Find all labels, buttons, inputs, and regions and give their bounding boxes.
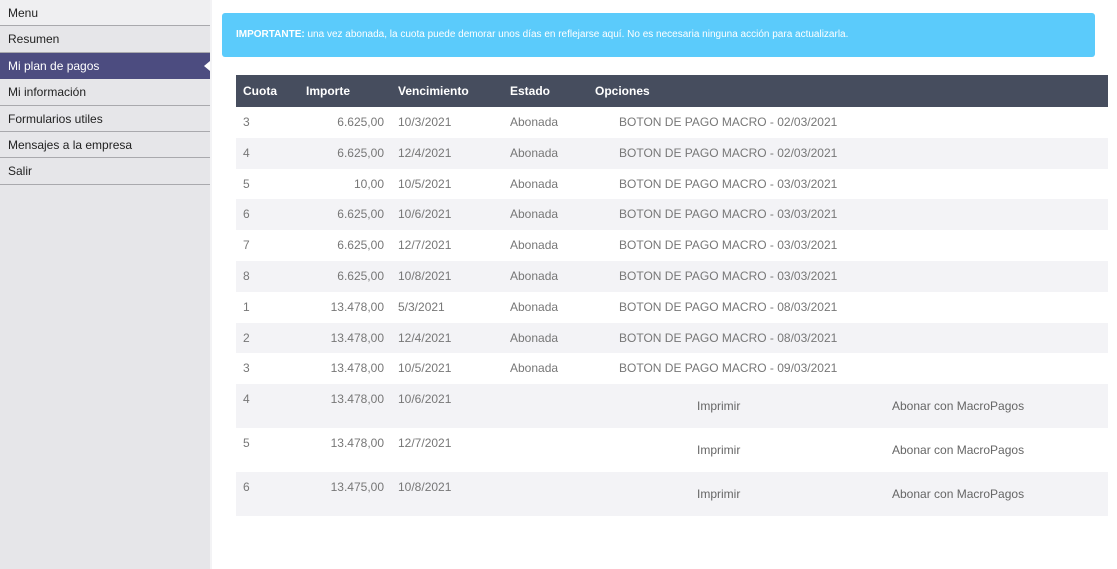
cell-opciones: BOTON DE PAGO MACRO - 08/03/2021: [619, 330, 838, 345]
cell-vencimiento: 12/7/2021: [398, 436, 452, 451]
cell-importe: 13.475,00: [330, 480, 384, 495]
table-row: 6 6.625,00 10/6/2021 Abonada BOTON DE PAGO M…: [236, 199, 1108, 231]
alert-strong: IMPORTANTE:: [236, 29, 305, 40]
sidebar-item-mi-informacion[interactable]: Mi información: [0, 79, 210, 106]
cell-vencimiento: 10/5/2021: [398, 176, 452, 191]
sidebar: Menu Resumen Mi plan de pagos Mi informa…: [0, 0, 210, 569]
abonar-macropagos-link[interactable]: Abonar con MacroPagos: [892, 479, 1024, 509]
cell-cuota: 3: [243, 115, 250, 129]
cell-importe: 6.625,00: [337, 207, 384, 222]
cell-estado: Abonada: [510, 330, 559, 345]
cell-importe: 6.625,00: [337, 238, 384, 253]
cell-cuota: 4: [243, 392, 250, 407]
cell-estado: Abonada: [510, 361, 559, 376]
abonar-macropagos-link[interactable]: Abonar con MacroPagos: [892, 391, 1024, 421]
cell-opciones: BOTON DE PAGO MACRO - 03/03/2021: [619, 176, 838, 191]
imprimir-link[interactable]: Imprimir: [697, 479, 740, 509]
important-alert: IMPORTANTE: una vez abonada, la cuota pu…: [222, 13, 1095, 57]
cell-opciones: BOTON DE PAGO MACRO - 03/03/2021: [619, 238, 838, 253]
sidebar-item-salir[interactable]: Salir: [0, 158, 210, 185]
cell-cuota: 7: [243, 238, 250, 253]
cell-cuota: 5: [243, 176, 250, 191]
cell-vencimiento: 10/6/2021: [398, 392, 452, 407]
table-row: 7 6.625,00 12/7/2021 Abonada BOTON DE PAGO M…: [236, 230, 1108, 261]
table-row: 4 6.625,00 12/4/2021 Abonada BOTON DE PAGO M…: [236, 137, 1108, 169]
cell-opciones: BOTON DE PAGO MACRO - 08/03/2021: [619, 299, 838, 314]
cell-vencimiento: 10/8/2021: [398, 480, 452, 495]
cell-importe: 13.478,00: [330, 436, 384, 451]
table-row: 1 13.478,00 5/3/2021 Abonada BOTON DE PAGO M…: [236, 291, 1108, 323]
cell-opciones: BOTON DE PAGO MACRO - 09/03/2021: [619, 361, 838, 376]
cell-importe: 6.625,00: [337, 268, 384, 283]
table-row: 2 13.478,00 12/4/2021 Abonada BOTON DE PAGO …: [236, 322, 1108, 354]
cell-cuota: 3: [243, 361, 250, 376]
sidebar-item-resumen[interactable]: Resumen: [0, 26, 210, 53]
cell-cuota: 2: [243, 330, 250, 345]
table-row-pending: 5 13.478,00 12/7/2021 Imprimir Abonar con Ma…: [236, 428, 1108, 473]
header-opciones: Opciones: [595, 84, 650, 98]
cell-vencimiento: 10/6/2021: [398, 207, 452, 222]
table-row-pending: 6 13.475,00 10/8/2021 Imprimir Abonar con Ma…: [236, 472, 1108, 517]
cell-importe: 13.478,00: [330, 299, 384, 314]
cell-cuota: 8: [243, 268, 250, 283]
main-content: IMPORTANTE: una vez abonada, la cuota pu…: [222, 13, 1095, 57]
table-row: 8 6.625,00 10/8/2021 Abonada BOTON DE PAGO M…: [236, 260, 1108, 292]
cell-estado: Abonada: [510, 268, 559, 283]
imprimir-link[interactable]: Imprimir: [697, 391, 740, 421]
table-body: 3 6.625,00 10/3/2021 Abonada BOTON DE PAGO M…: [236, 107, 1108, 517]
table-header: Cuota Importe Vencimiento Estado Opcione…: [236, 75, 1108, 107]
cell-opciones: BOTON DE PAGO MACRO - 03/03/2021: [619, 268, 838, 283]
cell-vencimiento: 5/3/2021: [398, 299, 445, 314]
cell-opciones: BOTON DE PAGO MACRO - 02/03/2021: [619, 145, 838, 160]
cell-importe: 6.625,00: [337, 145, 384, 160]
cell-cuota: 6: [243, 207, 250, 222]
cell-cuota: 1: [243, 299, 250, 314]
cell-importe: 13.478,00: [330, 392, 384, 407]
header-vencimiento: Vencimiento: [398, 84, 469, 98]
cell-importe: 13.478,00: [330, 330, 384, 345]
sidebar-divider: [210, 0, 212, 569]
abonar-macropagos-link[interactable]: Abonar con MacroPagos: [892, 435, 1024, 465]
sidebar-item-formularios-utiles[interactable]: Formularios utiles: [0, 105, 210, 132]
alert-text: una vez abonada, la cuota puede demorar …: [304, 29, 849, 40]
header-cuota: Cuota: [243, 84, 277, 98]
cell-vencimiento: 10/5/2021: [398, 361, 452, 376]
cell-opciones: BOTON DE PAGO MACRO - 03/03/2021: [619, 207, 838, 222]
cell-importe: 13.478,00: [330, 361, 384, 376]
sidebar-item-mi-plan-de-pagos[interactable]: Mi plan de pagos: [0, 52, 210, 80]
cell-vencimiento: 12/4/2021: [398, 330, 452, 345]
sidebar-item-mensajes-a-la-empresa[interactable]: Mensajes a la empresa: [0, 131, 210, 159]
cell-vencimiento: 10/3/2021: [398, 115, 452, 129]
header-importe: Importe: [306, 84, 351, 98]
cell-cuota: 5: [243, 436, 250, 451]
header-estado: Estado: [510, 84, 551, 98]
cell-importe: 10,00: [353, 176, 384, 191]
cell-importe: 6.625,00: [337, 115, 384, 129]
cell-estado: Abonada: [510, 299, 559, 314]
cell-estado: Abonada: [510, 145, 559, 160]
cell-vencimiento: 12/7/2021: [398, 238, 452, 253]
sidebar-item-label: Mi plan de pagos: [8, 58, 100, 73]
imprimir-link[interactable]: Imprimir: [697, 435, 740, 465]
payment-plan-table: Cuota Importe Vencimiento Estado Opcione…: [236, 75, 1108, 517]
table-row: 5 10,00 10/5/2021 Abonada BOTON DE PAGO MACR…: [236, 168, 1108, 200]
cell-vencimiento: 12/4/2021: [398, 145, 452, 160]
table-row-pending: 4 13.478,00 10/6/2021 Imprimir Abonar con Ma…: [236, 384, 1108, 429]
cell-opciones: BOTON DE PAGO MACRO - 02/03/2021: [619, 115, 838, 129]
cell-estado: Abonada: [510, 207, 559, 222]
cell-estado: Abonada: [510, 176, 559, 191]
cell-cuota: 4: [243, 145, 250, 160]
cell-estado: Abonada: [510, 238, 559, 253]
sidebar-menu-heading: Menu: [0, 0, 210, 27]
cell-vencimiento: 10/8/2021: [398, 268, 452, 283]
cell-estado: Abonada: [510, 115, 559, 129]
table-row: 3 6.625,00 10/3/2021 Abonada BOTON DE PAGO M…: [236, 107, 1108, 138]
table-row: 3 13.478,00 10/5/2021 Abonada BOTON DE PAGO …: [236, 353, 1108, 385]
cell-cuota: 6: [243, 480, 250, 495]
